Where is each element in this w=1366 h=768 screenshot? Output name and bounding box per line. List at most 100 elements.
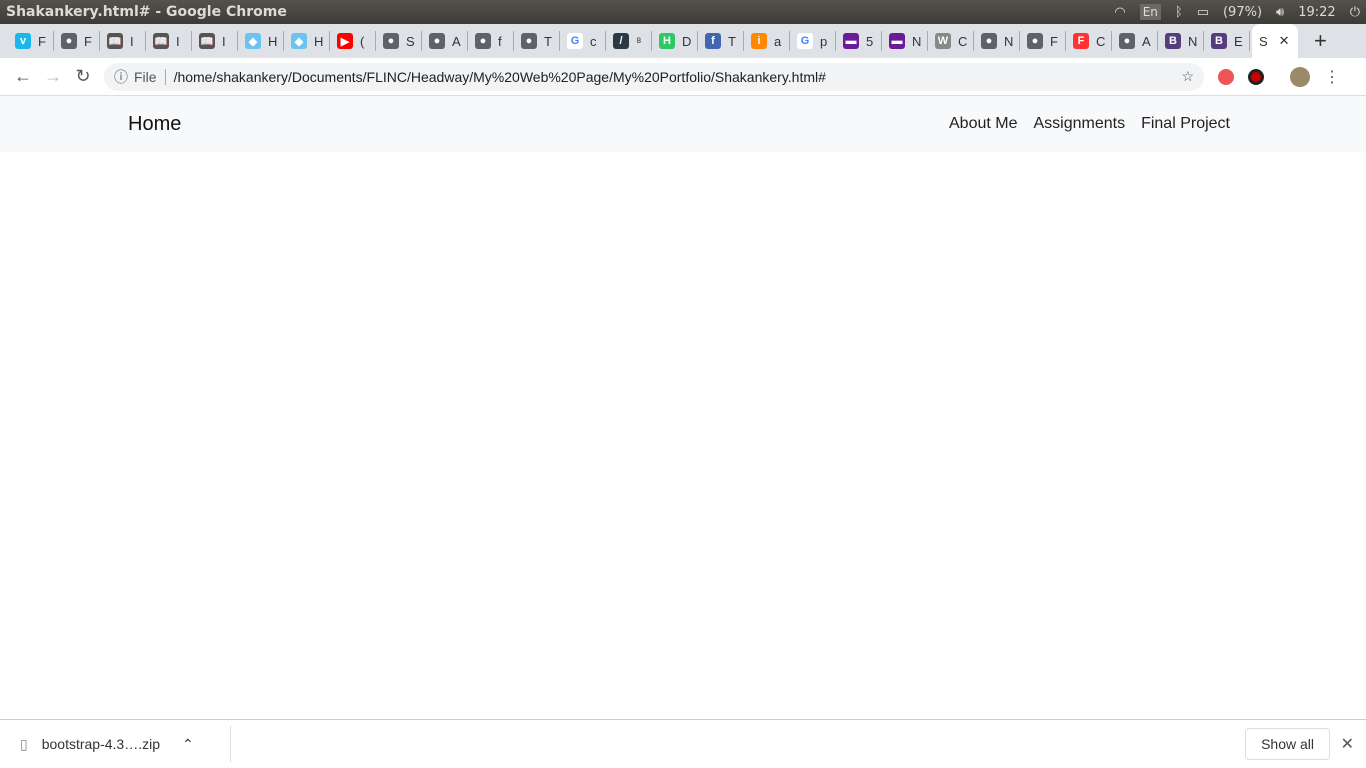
globe-icon: ● <box>383 33 399 49</box>
nav-about-me[interactable]: About Me <box>949 115 1017 133</box>
tab-title: N <box>912 33 922 49</box>
tab-title: T <box>544 33 552 49</box>
tab[interactable]: ● A <box>1112 31 1158 51</box>
wifi-icon[interactable]: ◠ <box>1114 5 1125 20</box>
nav-final-project[interactable]: Final Project <box>1141 115 1230 133</box>
tab-title: F <box>84 33 92 49</box>
site-navbar: Home About Me Assignments Final Project <box>0 96 1366 152</box>
tab[interactable]: Gc <box>560 31 606 51</box>
globe-icon: ● <box>1027 33 1043 49</box>
tab[interactable]: WC <box>928 31 974 51</box>
url-text[interactable]: /home/shakankery/Documents/FLINC/Headway… <box>174 69 826 85</box>
tab[interactable]: HD <box>652 31 698 51</box>
tab[interactable]: BE <box>1204 31 1250 51</box>
battery-icon[interactable]: ▭ <box>1197 5 1209 20</box>
bookmark-star-icon[interactable]: ☆ <box>1181 68 1194 85</box>
tab-title: T <box>728 33 736 49</box>
tab-title: ⁸ <box>636 33 642 49</box>
tab[interactable]: ● A <box>422 31 468 51</box>
reload-icon[interactable]: ↻ <box>68 66 98 87</box>
globe-icon: ● <box>1119 33 1135 49</box>
tab-title: S <box>406 33 415 49</box>
tab[interactable]: vF <box>8 31 54 51</box>
back-icon[interactable]: ← <box>8 66 38 87</box>
tab[interactable]: ● N <box>974 31 1020 51</box>
globe-icon: ● <box>429 33 445 49</box>
chevron-up-icon[interactable]: ⌃ <box>182 736 194 753</box>
nav-brand-home[interactable]: Home <box>128 113 181 136</box>
download-bar: ▯ bootstrap-4.3….zip ⌃ Show all ✕ <box>0 719 1366 768</box>
bird-icon: ◆ <box>245 33 261 49</box>
tab[interactable]: ▶( <box>330 31 376 51</box>
volume-icon[interactable]: 🔊︎ <box>1276 5 1284 20</box>
tab[interactable]: 📖 I <box>192 31 238 51</box>
tab[interactable]: ● S <box>376 31 422 51</box>
globe-icon: ● <box>981 33 997 49</box>
vimeo-icon: v <box>15 33 31 49</box>
tab[interactable]: ▬ N <box>882 31 928 51</box>
profile-avatar[interactable] <box>1290 66 1310 87</box>
tab-active[interactable]: S ✕ <box>1252 24 1298 58</box>
tab-title: F <box>1050 33 1058 49</box>
tab[interactable]: 📖 I <box>146 31 192 51</box>
book-icon: 📖 <box>199 33 215 49</box>
address-bar[interactable]: ⓘ File /home/shakankery/Documents/FLINC/… <box>104 62 1204 91</box>
tab[interactable]: ◆ H <box>284 31 330 51</box>
tab[interactable]: ● T <box>514 31 560 51</box>
tab-title: A <box>1142 33 1151 49</box>
file-icon: ▯ <box>20 735 28 752</box>
tab[interactable]: ▬ 5 <box>836 31 882 51</box>
nav-assignments[interactable]: Assignments <box>1033 115 1125 133</box>
tab-title: F <box>38 33 46 49</box>
info-icon[interactable]: ⓘ <box>114 67 128 87</box>
download-filename[interactable]: bootstrap-4.3….zip <box>42 736 160 752</box>
system-menu-icon[interactable]: ⏻ <box>1350 5 1360 20</box>
tab[interactable]: / ⁸ <box>606 31 652 51</box>
f-red-icon: F <box>1073 33 1089 49</box>
tab-title: E <box>1234 33 1243 49</box>
tab-title: D <box>682 33 692 49</box>
tab[interactable]: ● F <box>1020 31 1066 51</box>
new-tab-button[interactable]: + <box>1314 28 1327 54</box>
tab[interactable]: BN <box>1158 31 1204 51</box>
tab-title: H <box>314 33 324 49</box>
tab-strip: v F ● F 📖 I 📖 I 📖 I ◆ H ◆ H ▶(● S ● A ● f ● T Gc / ⁸ H Df Ti a Gp ▬ 5 ▬ N… <box>0 24 1366 58</box>
globe-icon: ● <box>521 33 537 49</box>
menu-icon[interactable]: ⋮ <box>1324 67 1340 87</box>
clock[interactable]: 19:22 <box>1298 5 1335 20</box>
tab[interactable]: ● f <box>468 31 514 51</box>
extension-icon[interactable] <box>1248 68 1264 85</box>
window-title: Shakankery.html# - Google Chrome <box>6 4 287 20</box>
globe-icon: ● <box>61 33 77 49</box>
colorlib-icon: ▬ <box>889 33 905 49</box>
wordpress-icon: W <box>935 33 951 49</box>
download-item[interactable]: ▯ bootstrap-4.3….zip ⌃ <box>20 726 231 762</box>
tab[interactable]: ● F <box>54 31 100 51</box>
tab[interactable]: FC <box>1066 31 1112 51</box>
tab[interactable]: Gp <box>790 31 836 51</box>
extension-icon[interactable] <box>1218 68 1234 85</box>
tab[interactable]: ◆ H <box>238 31 284 51</box>
keyboard-layout-indicator[interactable]: En <box>1139 4 1161 20</box>
tab-title: N <box>1188 33 1198 49</box>
forward-icon[interactable]: → <box>38 66 68 87</box>
close-tab-icon[interactable]: ✕ <box>1279 33 1290 49</box>
battery-percent: (97%) <box>1222 4 1263 20</box>
close-download-bar-icon[interactable]: ✕ <box>1341 734 1354 754</box>
tab-title: f <box>498 33 502 49</box>
tab-title: 5 <box>866 33 874 49</box>
book-icon: 📖 <box>107 33 123 49</box>
tab-title: a <box>774 33 782 49</box>
tab[interactable]: fT <box>698 31 744 51</box>
system-top-bar: Shakankery.html# - Google Chrome ◠ En ᛒ … <box>0 0 1366 24</box>
google-icon: G <box>567 33 583 49</box>
feather-icon: / <box>613 33 629 49</box>
bluetooth-icon[interactable]: ᛒ <box>1175 5 1183 20</box>
tab[interactable]: ia <box>744 31 790 51</box>
tab-title: C <box>1096 33 1106 49</box>
show-all-button[interactable]: Show all <box>1245 728 1330 760</box>
tab[interactable]: 📖 I <box>100 31 146 51</box>
google-icon: G <box>797 33 813 49</box>
bird-icon: ◆ <box>291 33 307 49</box>
tab-title: C <box>958 33 968 49</box>
